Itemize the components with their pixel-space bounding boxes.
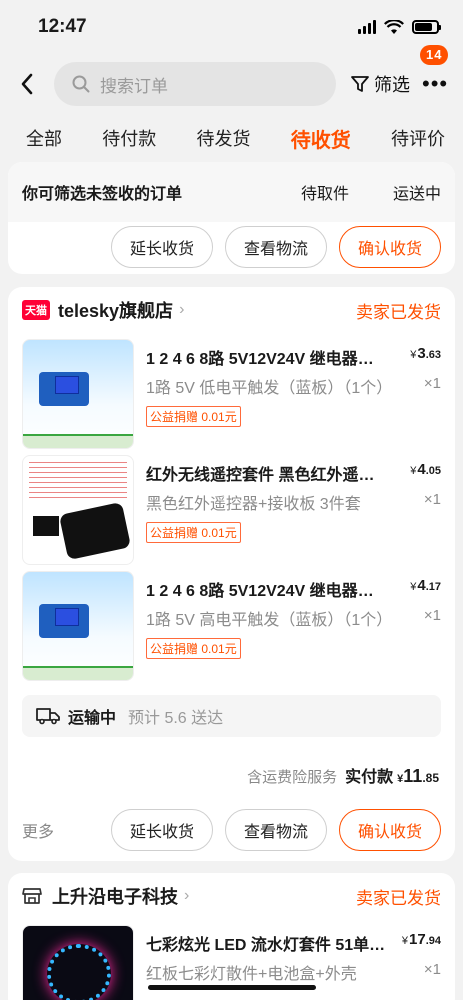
notification-badge: 14 — [420, 45, 449, 65]
filter-button[interactable]: 筛选 — [350, 71, 410, 97]
tab-pending-review[interactable]: 待评价 — [391, 125, 445, 151]
wifi-icon — [384, 19, 404, 34]
chevron-right-icon: › — [179, 301, 185, 318]
back-button[interactable] — [20, 73, 46, 95]
item-spec: 红板七彩灯散件+电池盒+外壳 — [146, 966, 357, 983]
tab-pending-receipt[interactable]: 待收货 — [291, 124, 351, 153]
status-bar: 12:47 — [0, 0, 463, 54]
item-qty: ×1 — [423, 375, 441, 392]
order-tabs: 全部 待付款 待发货 待收货 待评价 — [0, 114, 463, 162]
funnel-icon — [351, 76, 369, 92]
filter-card: 你可筛选未签收的订单 待取件 运送中 延长收货 查看物流 确认收货 — [8, 162, 455, 274]
view-logistics-button[interactable]: 查看物流 — [225, 226, 327, 268]
item-price: ¥17.94 — [401, 931, 441, 948]
order-item[interactable]: 1 2 4 6 8路 5V12V24V 继电器模块带光耦隔离 ¥3.63 1路 … — [8, 339, 455, 449]
item-title: 红外无线遥控套件 黑色红外遥控器 — [146, 467, 386, 484]
filter-option-pickup[interactable]: 待取件 — [301, 180, 349, 204]
item-spec: 1路 5V 低电平触发（蓝板）（1个） — [146, 380, 393, 397]
product-image[interactable] — [22, 571, 134, 681]
total-label: 实付款 — [345, 769, 394, 786]
filter-hint-label: 你可筛选未签收的订单 — [22, 186, 183, 203]
filter-hint: 你可筛选未签收的订单 待取件 运送中 — [8, 162, 455, 222]
shop-name[interactable]: telesky旗舰店 — [58, 297, 173, 323]
tmall-icon: 天猫 — [22, 300, 50, 320]
shipping-status-box[interactable]: 运输中 预计 5.6 送达 — [22, 695, 441, 737]
more-menu-button[interactable]: ••• 14 — [420, 45, 449, 97]
item-title: 1 2 4 6 8路 5V12V24V 继电器模块带光耦隔离 — [146, 583, 386, 600]
item-title: 1 2 4 6 8路 5V12V24V 继电器模块带光耦隔离 — [146, 351, 386, 368]
item-price: ¥3.63 — [410, 345, 441, 362]
action-row: 延长收货 查看物流 确认收货 — [8, 226, 455, 268]
item-price: ¥4.05 — [410, 461, 441, 478]
filter-option-in-transit[interactable]: 运送中 — [393, 180, 441, 204]
extend-receipt-button[interactable]: 延长收货 — [111, 226, 213, 268]
item-title: 七彩炫光 LED 流水灯套件 51单片机 — [146, 937, 386, 954]
more-dots-icon: ••• — [422, 71, 449, 96]
more-actions-link[interactable]: 更多 — [22, 818, 54, 842]
search-icon — [72, 75, 90, 93]
tab-pending-payment[interactable]: 待付款 — [102, 125, 156, 151]
truck-icon — [36, 708, 60, 725]
action-row: 更多 延长收货 查看物流 确认收货 — [8, 809, 455, 851]
status-icons — [358, 19, 441, 35]
item-info: 1 2 4 6 8路 5V12V24V 继电器模块带光耦隔离 ¥3.63 1路 … — [146, 339, 441, 449]
chevron-right-icon: › — [184, 887, 190, 904]
search-input[interactable]: 搜索订单 — [54, 62, 336, 106]
confirm-receipt-button[interactable]: 确认收货 — [339, 809, 441, 851]
search-placeholder: 搜索订单 — [100, 76, 168, 96]
item-qty: ×1 — [423, 961, 441, 978]
order-status: 卖家已发货 — [356, 302, 441, 322]
view-logistics-button[interactable]: 查看物流 — [225, 809, 327, 851]
confirm-receipt-button[interactable]: 确认收货 — [339, 226, 441, 268]
status-time: 12:47 — [38, 16, 87, 37]
signal-icon — [358, 20, 376, 34]
search-row: 搜索订单 筛选 ••• 14 — [0, 45, 463, 114]
order-item[interactable]: 1 2 4 6 8路 5V12V24V 继电器模块带光耦隔离 ¥4.17 1路 … — [8, 571, 455, 681]
order-status: 卖家已发货 — [356, 888, 441, 908]
tab-all[interactable]: 全部 — [26, 125, 62, 151]
item-qty: ×1 — [423, 491, 441, 508]
extend-receipt-button[interactable]: 延长收货 — [111, 809, 213, 851]
battery-icon — [412, 20, 441, 34]
item-info: 红外无线遥控套件 黑色红外遥控器 ¥4.05 黑色红外遥控器+接收板 3件套 ×… — [146, 455, 441, 565]
shipping-eta: 预计 5.6 送达 — [128, 710, 224, 727]
shipping-status: 运输中 — [68, 710, 117, 727]
item-spec: 黑色红外遥控器+接收板 3件套 — [146, 496, 361, 513]
product-image[interactable] — [22, 925, 134, 1000]
store-icon — [22, 888, 42, 904]
charity-tag: 公益捐赠 0.01元 — [146, 406, 241, 427]
tab-pending-shipment[interactable]: 待发货 — [197, 125, 251, 151]
order-card[interactable]: 天猫 telesky旗舰店 › 卖家已发货 1 2 4 6 8路 5V12V24… — [8, 287, 455, 861]
product-image[interactable] — [22, 455, 134, 565]
filter-label: 筛选 — [374, 75, 410, 95]
item-info: 1 2 4 6 8路 5V12V24V 继电器模块带光耦隔离 ¥4.17 1路 … — [146, 571, 441, 681]
order-total: 含运费险服务 实付款 ¥ 11 .85 — [8, 763, 455, 787]
item-price: ¥4.17 — [410, 577, 441, 594]
shop-header[interactable]: 天猫 telesky旗舰店 › 卖家已发货 — [8, 287, 455, 333]
charity-tag: 公益捐赠 0.01元 — [146, 638, 241, 659]
total-note: 含运费险服务 — [247, 769, 338, 786]
total-amount: 11 — [403, 766, 423, 786]
product-image[interactable] — [22, 339, 134, 449]
home-indicator[interactable] — [148, 985, 316, 990]
shop-header[interactable]: 上升沿电子科技 › 卖家已发货 — [8, 873, 455, 919]
chevron-left-icon — [21, 73, 33, 95]
charity-tag: 公益捐赠 0.01元 — [146, 522, 241, 543]
order-card[interactable]: 上升沿电子科技 › 卖家已发货 七彩炫光 LED 流水灯套件 51单片机 ¥17… — [8, 873, 455, 1000]
order-item[interactable]: 红外无线遥控套件 黑色红外遥控器 ¥4.05 黑色红外遥控器+接收板 3件套 ×… — [8, 455, 455, 565]
item-spec: 1路 5V 高电平触发（蓝板）（1个） — [146, 612, 393, 629]
shop-name[interactable]: 上升沿电子科技 — [52, 883, 178, 909]
item-qty: ×1 — [423, 607, 441, 624]
